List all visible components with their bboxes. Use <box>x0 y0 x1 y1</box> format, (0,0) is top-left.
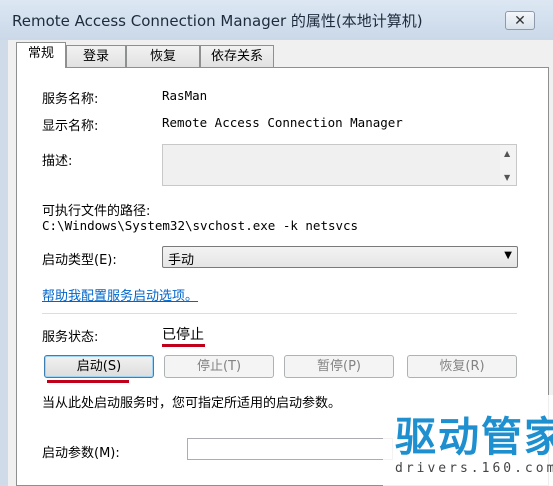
start-params-input[interactable] <box>187 438 393 460</box>
stop-button[interactable]: 停止(T) <box>164 355 274 378</box>
startup-type-value: 手动 <box>168 253 195 268</box>
tab-recovery[interactable]: 恢复 <box>126 45 200 67</box>
resume-button[interactable]: 恢复(R) <box>407 355 517 378</box>
pause-button[interactable]: 暂停(P) <box>284 355 394 378</box>
chevron-down-icon[interactable]: ▼ <box>504 250 512 261</box>
watermark-url: drivers.160.com <box>395 461 553 476</box>
tab-general[interactable]: 常规 <box>16 42 66 68</box>
startup-type-select[interactable]: 手动 ▼ <box>162 246 518 268</box>
start-button[interactable]: 启动(S) <box>44 355 154 378</box>
service-name-value: RasMan <box>162 88 208 103</box>
scroll-down-icon[interactable]: ▼ <box>504 173 510 182</box>
tab-dependencies[interactable]: 依存关系 <box>200 45 274 67</box>
start-underline-annotation <box>47 380 129 383</box>
properties-dialog: Remote Access Connection Manager 的属性(本地计… <box>0 0 553 486</box>
scroll-up-icon[interactable]: ▲ <box>504 149 510 158</box>
path-value: C:\Windows\System32\svchost.exe -k netsv… <box>42 218 359 233</box>
divider <box>42 313 517 314</box>
watermark-brand: 驱动管家 <box>395 413 553 461</box>
description-scrollbar[interactable]: ▲ ▼ <box>500 145 516 185</box>
window-title: Remote Access Connection Manager 的属性(本地计… <box>12 12 423 30</box>
path-label: 可执行文件的路径: <box>42 204 151 219</box>
display-name-label: 显示名称: <box>42 119 99 134</box>
startup-type-label: 启动类型(E): <box>42 253 117 268</box>
service-status-value: 已停止 <box>162 327 204 343</box>
start-params-label: 启动参数(M): <box>42 446 120 461</box>
hint-text: 当从此处启动服务时，您可指定所适用的启动参数。 <box>42 396 342 411</box>
description-label: 描述: <box>42 154 73 169</box>
service-status-label: 服务状态: <box>42 330 99 345</box>
watermark: 驱动管家 drivers.160.com <box>383 395 553 486</box>
description-box[interactable]: ▲ ▼ <box>162 144 517 186</box>
title-bar[interactable]: Remote Access Connection Manager 的属性(本地计… <box>0 0 553 40</box>
status-underline-annotation <box>162 344 205 347</box>
service-name-label: 服务名称: <box>42 92 99 107</box>
tab-logon[interactable]: 登录 <box>66 45 126 67</box>
display-name-value: Remote Access Connection Manager <box>162 115 403 130</box>
close-button[interactable]: ✕ <box>505 11 535 30</box>
help-link[interactable]: 帮助我配置服务启动选项。 <box>42 285 198 304</box>
